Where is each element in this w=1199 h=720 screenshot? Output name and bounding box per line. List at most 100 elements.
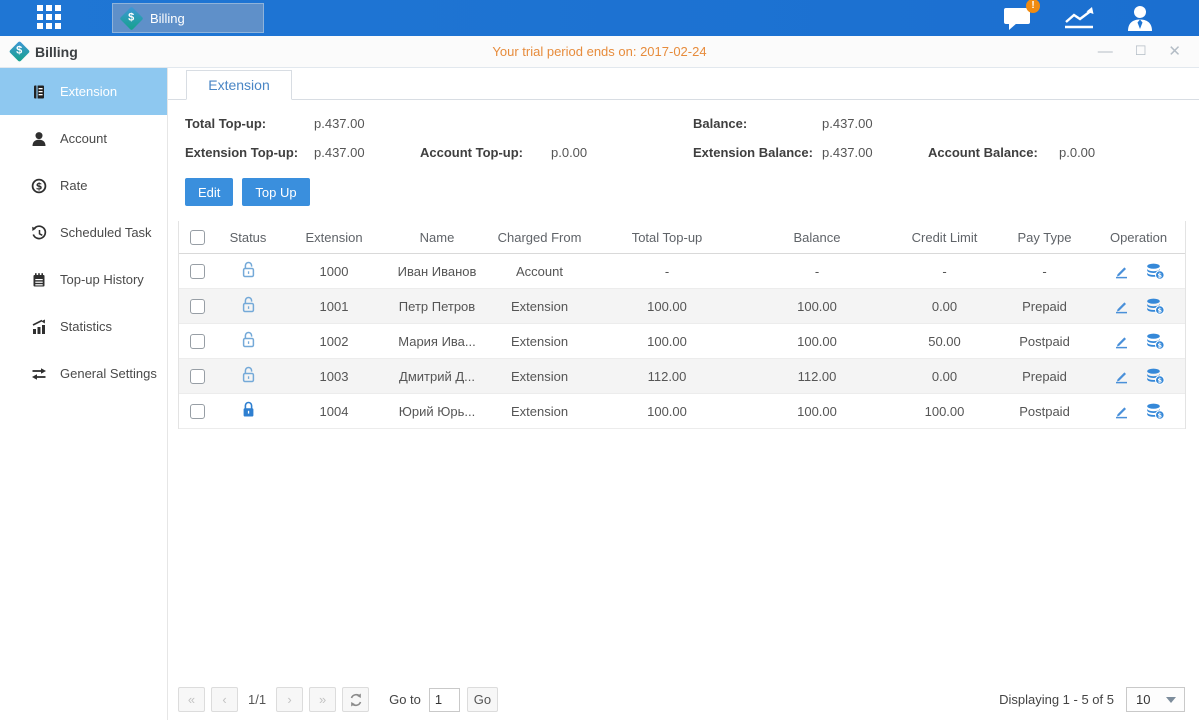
top-up-button[interactable]: Top Up	[242, 178, 309, 206]
billing-diamond-icon: $	[119, 6, 143, 30]
row-checkbox[interactable]	[190, 264, 205, 279]
row-checkbox[interactable]	[190, 299, 205, 314]
col-balance: Balance	[742, 230, 892, 245]
prev-page-button[interactable]: ‹	[211, 687, 238, 712]
balance-value: p.437.00	[822, 116, 928, 131]
top-up-row-icon[interactable]: $	[1146, 403, 1165, 420]
maximize-icon[interactable]: ☐	[1135, 44, 1147, 59]
close-icon[interactable]: ✕	[1168, 44, 1181, 59]
reports-chart-icon[interactable]	[1062, 6, 1096, 30]
page-size-select[interactable]: 10	[1126, 687, 1185, 712]
main-content: Extension Total Top-up: p.437.00 Extensi…	[168, 68, 1199, 720]
messages-icon[interactable]: !	[1004, 5, 1032, 31]
top-up-row-icon[interactable]: $	[1146, 333, 1165, 350]
edit-row-icon[interactable]	[1113, 403, 1130, 420]
sidebar-item-general-settings[interactable]: General Settings	[0, 350, 167, 397]
sidebar-item-label: Statistics	[60, 319, 112, 334]
taskbar-tab-label: Billing	[150, 11, 185, 26]
edit-row-icon[interactable]	[1113, 298, 1130, 315]
pagination-bar: « ‹ 1/1 › » Go to Go Displaying	[178, 687, 1185, 712]
select-all-checkbox[interactable]	[190, 230, 205, 245]
cell-pay-type: Prepaid	[997, 299, 1092, 314]
displaying-info: Displaying 1 - 5 of 5	[999, 692, 1114, 707]
col-operation: Operation	[1092, 230, 1185, 245]
notebook-icon	[31, 272, 47, 288]
svg-text:$: $	[1157, 376, 1162, 384]
svg-text:$: $	[36, 181, 43, 192]
go-button[interactable]: Go	[467, 687, 498, 712]
sidebar-item-extension[interactable]: Extension	[0, 68, 167, 115]
col-extension: Extension	[281, 230, 387, 245]
sidebar-item-statistics[interactable]: Statistics	[0, 303, 167, 350]
ledger-icon	[31, 84, 47, 100]
table-row: 1000 Иван Иванов Account - - - -	[179, 254, 1185, 289]
user-account-icon[interactable]	[1126, 5, 1154, 31]
total-topup-label: Total Top-up:	[185, 116, 314, 131]
account-balance-value: p.0.00	[1059, 145, 1095, 160]
balance-summary: Total Top-up: p.437.00 Extension Top-up:…	[168, 100, 1199, 160]
app-grid-icon[interactable]	[37, 5, 63, 31]
row-checkbox[interactable]	[190, 404, 205, 419]
window-title-group: $ Billing	[12, 44, 78, 60]
row-checkbox[interactable]	[190, 334, 205, 349]
cell-pay-type: Postpaid	[997, 404, 1092, 419]
table-body: 1000 Иван Иванов Account - - - -	[179, 254, 1185, 429]
top-up-row-icon[interactable]: $	[1146, 368, 1165, 385]
sidebar-item-label: Account	[60, 131, 107, 146]
table-header-row: Status Extension Name Charged From Total…	[179, 221, 1185, 254]
trial-notice: Your trial period ends on: 2017-02-24	[0, 44, 1199, 59]
table-row: 1004 Юрий Юрь... Extension 100.00 100.00…	[179, 394, 1185, 429]
dollar-circle-icon: $	[31, 178, 47, 194]
cell-credit-limit: -	[892, 264, 997, 279]
cell-total-topup: 100.00	[592, 334, 742, 349]
cell-charged-from: Extension	[487, 369, 592, 384]
col-pay-type: Pay Type	[997, 230, 1092, 245]
sidebar-item-label: Rate	[60, 178, 87, 193]
billing-diamond-icon: $	[9, 41, 30, 62]
row-checkbox[interactable]	[190, 369, 205, 384]
sidebar-item-scheduled-task[interactable]: Scheduled Task	[0, 209, 167, 256]
edit-row-icon[interactable]	[1113, 333, 1130, 350]
top-up-row-icon[interactable]: $	[1146, 263, 1165, 280]
sidebar-item-label: Scheduled Task	[60, 225, 152, 240]
cell-credit-limit: 50.00	[892, 334, 997, 349]
edit-row-icon[interactable]	[1113, 368, 1130, 385]
cell-credit-limit: 0.00	[892, 299, 997, 314]
goto-page-input[interactable]	[429, 688, 460, 712]
top-up-row-icon[interactable]: $	[1146, 298, 1165, 315]
unlocked-icon	[241, 261, 256, 278]
sidebar-item-rate[interactable]: $ Rate	[0, 162, 167, 209]
edit-button[interactable]: Edit	[185, 178, 233, 206]
next-page-button[interactable]: ›	[276, 687, 303, 712]
taskbar-tab-billing[interactable]: $ Billing	[112, 3, 264, 33]
refresh-button[interactable]	[342, 687, 369, 712]
minimize-icon[interactable]: —	[1098, 44, 1113, 59]
unlocked-icon	[241, 366, 256, 383]
cell-name: Мария Ива...	[387, 334, 487, 349]
goto-label: Go to	[389, 692, 421, 707]
cell-total-topup: -	[592, 264, 742, 279]
col-name: Name	[387, 230, 487, 245]
sidebar-item-topup-history[interactable]: Top-up History	[0, 256, 167, 303]
first-page-button[interactable]: «	[178, 687, 205, 712]
page-size-value: 10	[1136, 692, 1150, 707]
unlocked-icon	[241, 331, 256, 348]
svg-text:$: $	[1157, 271, 1162, 279]
sidebar-item-account[interactable]: Account	[0, 115, 167, 162]
cell-extension: 1002	[281, 334, 387, 349]
extension-balance-value: p.437.00	[822, 145, 928, 160]
total-topup-value: p.437.00	[314, 116, 420, 131]
cell-balance: 100.00	[742, 299, 892, 314]
tab-extension[interactable]: Extension	[186, 70, 292, 100]
col-status: Status	[215, 230, 281, 245]
last-page-button[interactable]: »	[309, 687, 336, 712]
cell-balance: 112.00	[742, 369, 892, 384]
cell-total-topup: 112.00	[592, 369, 742, 384]
cell-extension: 1003	[281, 369, 387, 384]
edit-row-icon[interactable]	[1113, 263, 1130, 280]
cell-name: Юрий Юрь...	[387, 404, 487, 419]
cell-name: Петр Петров	[387, 299, 487, 314]
cell-charged-from: Account	[487, 264, 592, 279]
cell-total-topup: 100.00	[592, 404, 742, 419]
cell-balance: 100.00	[742, 334, 892, 349]
